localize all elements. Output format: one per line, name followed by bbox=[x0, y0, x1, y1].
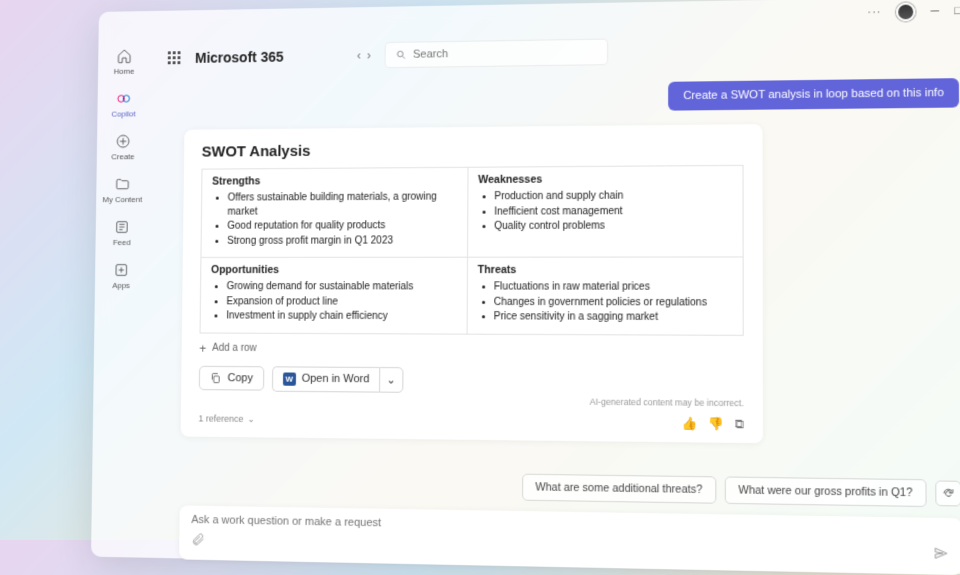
cell-opportunities: Opportunities Growing demand for sustain… bbox=[200, 257, 467, 333]
cell-title: Opportunities bbox=[211, 264, 456, 276]
home-icon bbox=[115, 47, 133, 65]
app-launcher-icon[interactable] bbox=[168, 51, 182, 65]
thumbs-up-icon[interactable]: 👍 bbox=[682, 416, 698, 432]
cell-strengths: Strengths Offers sustainable building ma… bbox=[201, 167, 468, 257]
avatar[interactable] bbox=[896, 2, 915, 21]
plus-icon: + bbox=[199, 341, 206, 355]
refresh-suggestions-button[interactable] bbox=[935, 480, 960, 506]
cell-threats: Threats Fluctuations in raw material pri… bbox=[467, 257, 744, 335]
open-in-word-dropdown[interactable]: ⌄ bbox=[379, 367, 403, 393]
rail-label: Copilot bbox=[111, 109, 135, 118]
copy-response-icon[interactable]: ⧉ bbox=[735, 416, 744, 432]
copy-icon bbox=[210, 372, 222, 384]
search-box[interactable] bbox=[385, 39, 609, 69]
rail-item-feed[interactable]: Feed bbox=[113, 218, 131, 247]
rail-label: My Content bbox=[102, 195, 142, 204]
brand-title: Microsoft 365 bbox=[195, 49, 284, 66]
search-input[interactable] bbox=[413, 46, 597, 61]
rail-item-mycontent[interactable]: My Content bbox=[102, 175, 142, 204]
nav-back-icon[interactable]: ‹ bbox=[357, 48, 361, 62]
add-row-label: Add a row bbox=[212, 343, 257, 354]
rail-item-copilot[interactable]: Copilot bbox=[111, 90, 135, 119]
refresh-icon bbox=[942, 486, 955, 499]
window-maximize-icon[interactable]: □ bbox=[954, 4, 960, 18]
open-in-word-button[interactable]: W Open in Word bbox=[272, 366, 380, 392]
chevron-down-icon: ⌄ bbox=[247, 413, 255, 424]
list-item: Growing demand for sustainable materials bbox=[227, 280, 457, 294]
nav-rail: Home Copilot Create My Content Feed Apps bbox=[91, 39, 151, 558]
more-menu[interactable]: ··· bbox=[868, 7, 882, 19]
window-minimize-icon[interactable]: ─ bbox=[931, 5, 939, 19]
open-word-label: Open in Word bbox=[302, 373, 370, 386]
copy-label: Copy bbox=[227, 372, 253, 384]
swot-table: Strengths Offers sustainable building ma… bbox=[200, 165, 744, 336]
ai-disclaimer: AI-generated content may be incorrect. bbox=[199, 393, 744, 408]
list-item: Good reputation for quality products bbox=[227, 219, 456, 233]
send-button[interactable] bbox=[933, 545, 948, 566]
word-icon: W bbox=[283, 372, 296, 385]
rail-label: Create bbox=[111, 152, 134, 161]
rail-item-create[interactable]: Create bbox=[111, 132, 135, 161]
folder-icon bbox=[114, 175, 132, 193]
rail-item-apps[interactable]: Apps bbox=[112, 261, 130, 290]
attach-button[interactable] bbox=[191, 532, 205, 552]
app-window: ··· ─ □ ✕ Home Copilot Create My Conte bbox=[91, 0, 960, 575]
suggestion-chip[interactable]: What are some additional threats? bbox=[522, 473, 716, 503]
search-icon bbox=[396, 49, 407, 61]
list-item: Fluctuations in raw material prices bbox=[494, 280, 732, 294]
response-card: SWOT Analysis Strengths Offers sustainab… bbox=[181, 124, 763, 443]
add-row-button[interactable]: + Add a row bbox=[199, 341, 743, 358]
copy-button[interactable]: Copy bbox=[199, 366, 264, 391]
copilot-icon bbox=[115, 90, 133, 108]
list-item: Strong gross profit margin in Q1 2023 bbox=[227, 234, 456, 248]
send-icon bbox=[933, 545, 948, 560]
nav-forward-icon[interactable]: › bbox=[367, 48, 371, 62]
chevron-down-icon: ⌄ bbox=[387, 373, 396, 386]
suggestion-chip[interactable]: What were our gross profits in Q1? bbox=[725, 476, 927, 507]
cell-title: Weaknesses bbox=[478, 172, 732, 186]
suggestions: What are some additional threats? What w… bbox=[522, 473, 960, 507]
rail-label: Apps bbox=[112, 281, 130, 290]
create-icon bbox=[114, 132, 132, 150]
references-label: 1 reference bbox=[198, 413, 243, 424]
list-item: Price sensitivity in a sagging market bbox=[494, 310, 732, 325]
rail-label: Home bbox=[114, 67, 135, 76]
list-item: Expansion of product line bbox=[226, 295, 456, 309]
cell-title: Threats bbox=[478, 264, 732, 277]
list-item: Production and supply chain bbox=[494, 189, 732, 204]
user-message: Create a SWOT analysis in loop based on … bbox=[669, 78, 959, 111]
response-title: SWOT Analysis bbox=[202, 139, 744, 161]
list-item: Quality control problems bbox=[494, 219, 732, 234]
rail-item-home[interactable]: Home bbox=[114, 47, 135, 76]
list-item: Changes in government policies or regula… bbox=[494, 295, 732, 310]
list-item: Investment in supply chain efficiency bbox=[226, 309, 456, 323]
thumbs-down-icon[interactable]: 👎 bbox=[708, 416, 724, 432]
chat-area: Create a SWOT analysis in loop based on … bbox=[144, 67, 960, 575]
cell-weaknesses: Weaknesses Production and supply chain I… bbox=[467, 165, 743, 257]
paperclip-icon bbox=[191, 532, 205, 547]
apps-icon bbox=[112, 261, 130, 279]
references-toggle[interactable]: 1 reference ⌄ bbox=[198, 413, 255, 425]
cell-title: Strengths bbox=[212, 174, 457, 188]
list-item: Offers sustainable building materials, a… bbox=[227, 190, 456, 218]
feed-icon bbox=[113, 218, 131, 236]
list-item: Inefficient cost management bbox=[494, 204, 732, 219]
rail-label: Feed bbox=[113, 238, 131, 247]
